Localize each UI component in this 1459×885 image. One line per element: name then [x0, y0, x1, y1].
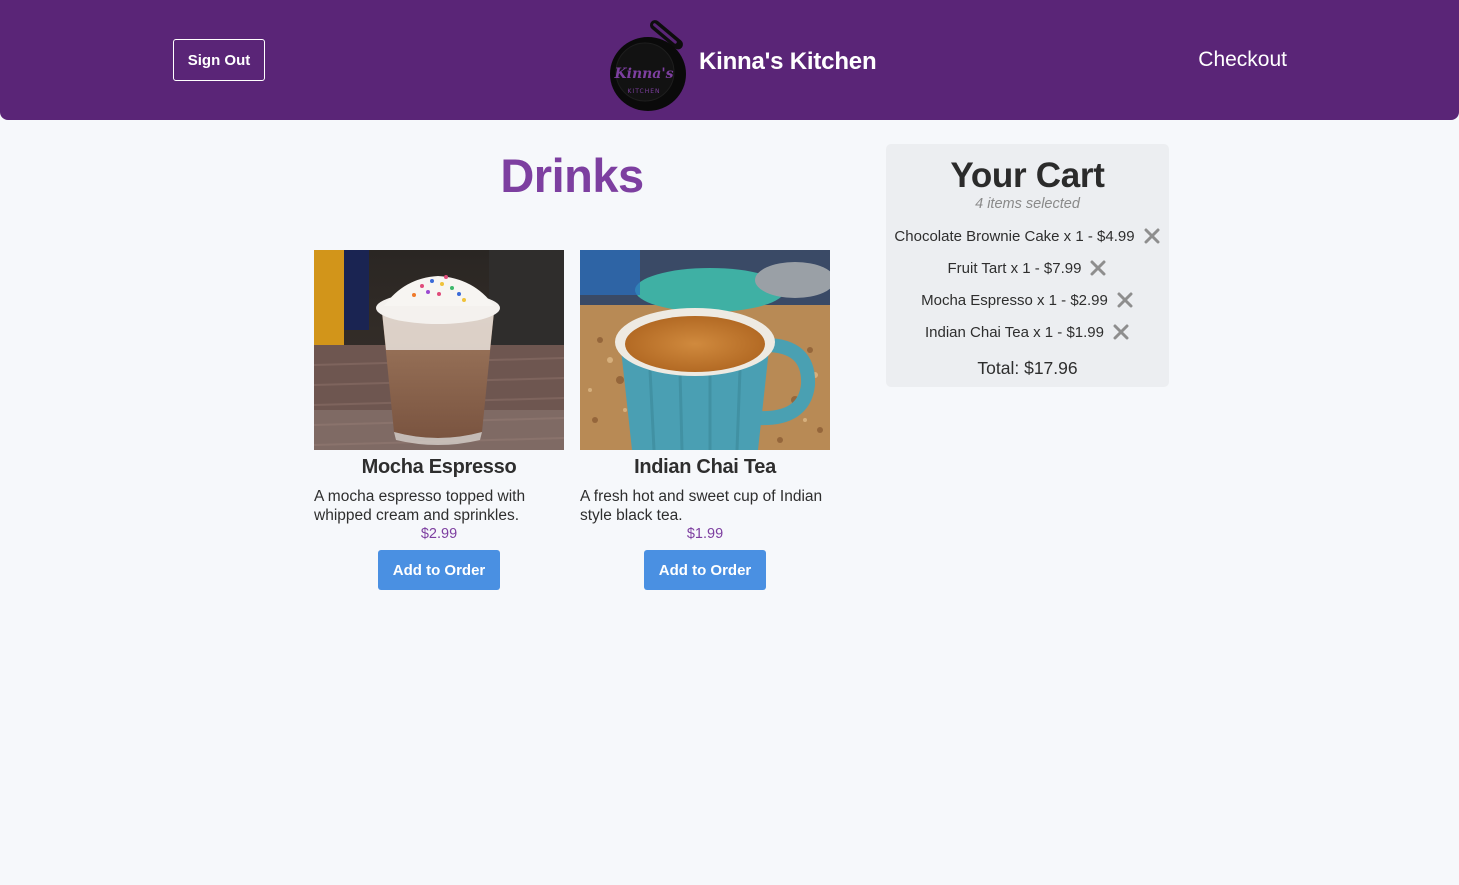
close-x-icon: [1144, 228, 1160, 244]
cart-total: Total: $17.96: [977, 358, 1078, 378]
cart-item-label: Mocha Espresso x 1 - $2.99: [921, 291, 1108, 309]
product-name: Indian Chai Tea: [634, 456, 776, 478]
section-title: Drinks: [500, 149, 644, 202]
cart-item: Mocha Espresso x 1 - $2.99: [886, 284, 1169, 316]
brand-name: Kinna's Kitchen: [699, 47, 877, 75]
product-description: A fresh hot and sweet cup of Indian styl…: [580, 488, 823, 524]
cart-items-list: Chocolate Brownie Cake x 1 - $4.99 Fruit…: [886, 220, 1169, 348]
indian-chai-tea-photo: [580, 250, 830, 450]
product-description: A mocha espresso topped with whipped cre…: [314, 488, 526, 524]
remove-item-button[interactable]: [1116, 291, 1134, 309]
checkout-link[interactable]: Checkout: [1198, 48, 1287, 72]
cart-title: Your Cart: [950, 156, 1105, 195]
logo-subtext: KITCHEN: [628, 88, 661, 95]
sign-out-button[interactable]: Sign Out: [173, 39, 265, 81]
cart-item-count: 4 items selected: [975, 196, 1080, 212]
cart-panel: Your Cart 4 items selected Chocolate Bro…: [886, 144, 1169, 387]
close-x-icon: [1090, 260, 1106, 276]
product-card-indian-chai-tea: Indian Chai Tea A fresh hot and sweet cu…: [580, 250, 830, 590]
cart-item: Indian Chai Tea x 1 - $1.99: [886, 316, 1169, 348]
cart-item-label: Fruit Tart x 1 - $7.99: [947, 259, 1082, 277]
mocha-espresso-photo: [314, 250, 564, 450]
close-x-icon: [1117, 292, 1133, 308]
cart-item: Fruit Tart x 1 - $7.99: [886, 252, 1169, 284]
remove-item-button[interactable]: [1089, 259, 1107, 277]
brand[interactable]: Kinna's KITCHEN Kinna's Kitchen: [608, 18, 877, 113]
close-x-icon: [1113, 324, 1129, 340]
site-header: Sign Out Kinna's KITCHEN Kinna's Kitchen…: [0, 0, 1459, 120]
remove-item-button[interactable]: [1112, 323, 1130, 341]
cart-item-label: Indian Chai Tea x 1 - $1.99: [924, 323, 1104, 341]
product-price: $1.99: [686, 526, 724, 542]
product-card-mocha-espresso: Mocha Espresso A mocha espresso topped w…: [314, 250, 564, 590]
product-name: Mocha Espresso: [361, 456, 517, 478]
add-to-order-button[interactable]: Add to Order: [644, 550, 766, 590]
cart-item: Chocolate Brownie Cake x 1 - $4.99: [886, 220, 1169, 252]
logo-text: Kinna's: [613, 66, 673, 82]
add-to-order-button[interactable]: Add to Order: [378, 550, 500, 590]
product-price: $2.99: [420, 526, 458, 542]
cart-item-label: Chocolate Brownie Cake x 1 - $4.99: [894, 227, 1135, 245]
remove-item-button[interactable]: [1143, 227, 1161, 245]
skillet-logo-icon: Kinna's KITCHEN: [610, 20, 686, 111]
